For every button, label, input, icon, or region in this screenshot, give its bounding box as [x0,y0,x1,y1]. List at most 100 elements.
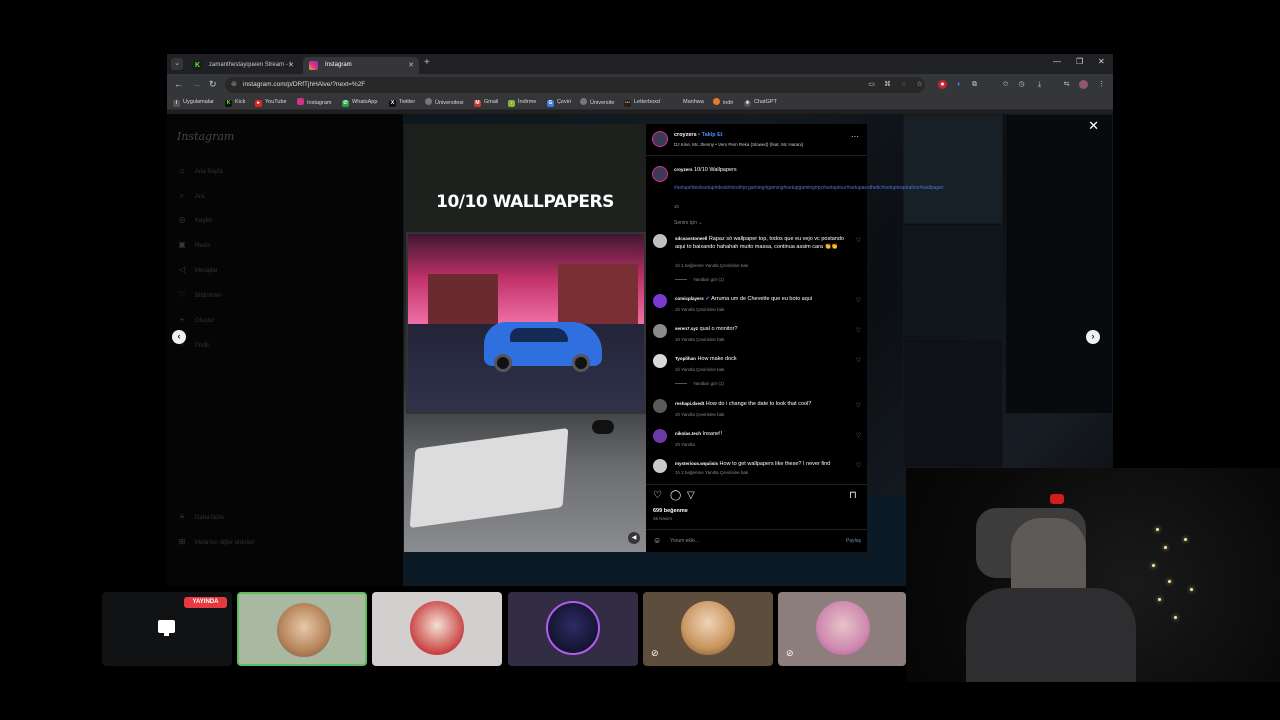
translate-icon[interactable]: ⌘ [883,80,892,89]
audio-mute-icon[interactable]: ◀ [628,532,640,544]
bookmark-star-icon[interactable]: ☆ [915,80,924,89]
bookmark-manhwa[interactable]: Manhwa [683,98,704,107]
history-icon[interactable]: ◷ [1017,80,1026,89]
comment-avatar[interactable] [653,294,667,308]
emoji-icon[interactable]: ☺ [653,536,661,545]
menu-kebab-icon[interactable]: ⋮ [1097,80,1106,89]
comment-avatar[interactable] [653,324,667,338]
follow-button[interactable]: Takip Et [702,132,723,138]
comment-meta[interactable]: 1h Yanıtla Çevirisine bak [675,367,724,372]
post-hashtags[interactable]: #setup#desksetup#desk#viral#pcgaming#gam… [674,184,944,192]
close-tab-icon[interactable]: ✕ [408,57,414,74]
extension-record-icon[interactable]: ● [938,80,947,89]
like-comment-icon[interactable]: ♡ [856,402,861,409]
download-icon[interactable]: ⤓ [1035,80,1044,89]
eye-off-icon[interactable]: ◌ [899,80,908,89]
comment-meta[interactable]: 1h Yanıtla [675,442,695,447]
post-comment-button[interactable]: Paylaş [846,538,861,544]
participant-tile[interactable]: ⊘ [643,592,773,666]
back-icon[interactable]: ← [174,79,183,89]
comment-icon[interactable]: ◯ [670,490,681,501]
participant-tile[interactable] [508,592,638,666]
author-username[interactable]: croyzers [674,132,697,138]
comment-username[interactable]: nikolas.tech [675,431,701,436]
tab-search-icon[interactable]: ⌄ [171,58,183,70]
close-tab-icon[interactable]: ✕ [288,57,294,74]
close-window-icon[interactable]: ✕ [1098,57,1105,66]
comment-username[interactable]: Tyoplihan [675,356,696,361]
post-audio[interactable]: DJ Kine, Mc Jhenny • Vem Pem Reka (Slowe… [674,142,803,147]
bookmark-youtube[interactable]: ▸ YouTube [255,98,287,107]
forward-icon[interactable]: → [192,79,201,89]
see-translation[interactable]: Seninı için ⌄ [674,220,703,226]
view-replies[interactable]: Yanıtları gör (1) [675,381,724,386]
participant-tile[interactable] [372,592,502,666]
comment-input[interactable]: Yorum ekle... [670,538,699,544]
site-info-icon[interactable]: ⊜ [231,77,237,93]
comment-username[interactable]: sdcsavstoneell [675,236,707,241]
participant-tile-speaking[interactable] [237,592,367,666]
author-avatar[interactable] [652,131,668,147]
bookmark-indirme[interactable]: ↓ İndirme [508,98,536,107]
bookmark-ceviri[interactable]: G Çeviri [547,98,571,107]
new-tab-icon[interactable]: + [424,57,430,68]
minimize-icon[interactable]: — [1053,57,1061,66]
comment-avatar[interactable] [653,234,667,248]
extension-puzzle-icon[interactable]: ⧉ [970,80,979,89]
bookmark-chatgpt[interactable]: ✳ ChatGPT [744,98,777,107]
profile-avatar-icon[interactable] [1079,80,1088,89]
like-comment-icon[interactable]: ♡ [856,327,861,334]
comment-avatar[interactable] [653,459,667,473]
whatsapp-icon: ✆ [342,100,349,107]
comment-meta[interactable]: 1h 2 beğenme Yanıtla Çevirisine bak [675,470,748,475]
comment-username[interactable]: reshapi.dxedt [675,401,704,406]
bookmark-universite[interactable]: Üniversite [580,98,614,108]
view-replies[interactable]: Yanıtları gör (1) [675,277,724,282]
comment-meta[interactable]: 1h Yanıtla Çevirisine bak [675,337,724,342]
bookmark-instagram[interactable]: Instagram [297,98,331,108]
bookmark-gmail[interactable]: M Gmail [474,98,498,107]
tab-instagram[interactable]: Instagram ✕ [303,57,419,74]
like-count[interactable]: 699 beğenme [653,508,688,514]
close-modal-icon[interactable]: ✕ [1088,118,1099,134]
comment-avatar[interactable] [653,354,667,368]
more-options-icon[interactable]: ⋯ [851,132,859,141]
save-bookmark-icon[interactable]: ⊓ [849,490,857,501]
caption-avatar[interactable] [652,166,668,182]
participant-tile[interactable]: ⊘ [778,592,906,666]
comment-avatar[interactable] [653,429,667,443]
reload-icon[interactable]: ↻ [209,79,217,90]
comment-username[interactable]: comicplayers [675,296,704,301]
address-bar[interactable]: ⊜ instagram.com/p/DRfTjhHAlve/?next=%2F [225,77,925,93]
comment-meta[interactable]: 1h Yanıtla Çevirisine bak [675,307,724,312]
like-comment-icon[interactable]: ♡ [856,432,861,439]
next-post-icon[interactable]: › [1086,330,1100,344]
previous-post-icon[interactable]: ‹ [172,330,186,344]
cast-icon[interactable]: ▭ [867,80,876,89]
like-comment-icon[interactable]: ♡ [856,237,861,244]
bookmark-twitter[interactable]: X Twitter [389,98,415,107]
like-comment-icon[interactable]: ♡ [856,357,861,364]
comment-username[interactable]: mysterious.wquiisis [675,461,718,466]
extension-audio-icon[interactable]: ◖ [954,80,963,89]
comment-meta[interactable]: 1h Yanıtla Çevirisine bak [675,412,724,417]
share-icon[interactable]: ▽ [687,490,695,501]
post-image[interactable]: 10/10 WALLPAPERS ◀ [404,124,646,552]
comment-meta[interactable]: 1h 1 beğenme Yanıtla Çevirisine bak [675,263,748,268]
sidebar-toggle-icon[interactable]: ⇆ [1062,80,1071,89]
maximize-icon[interactable]: ❐ [1076,57,1083,66]
comment-avatar[interactable] [653,399,667,413]
bookmark-letterboxd[interactable]: ••• Letterboxd [624,98,660,107]
bookmark-kick[interactable]: K Kick [225,98,245,107]
like-comment-icon[interactable]: ♡ [856,462,861,469]
bookmark-indir[interactable]: indir [713,98,733,108]
tab-kick-stream[interactable]: K zamanthestayqueen Stream - I ✕ [187,57,299,74]
like-comment-icon[interactable]: ♡ [856,297,861,304]
comment-username[interactable]: seren7.xyz [675,326,698,331]
bookmark-whatsapp[interactable]: ✆ WhatsApp [342,98,377,107]
caption-username[interactable]: croyzers [674,167,693,172]
bookmark-universitesi[interactable]: Üniversitesi [425,98,463,108]
bookmarks-icon[interactable]: ✩ [1001,80,1010,89]
like-icon[interactable]: ♡ [653,490,662,501]
bookmark-apps[interactable]: ⁞ Uygulamalar [173,98,214,107]
